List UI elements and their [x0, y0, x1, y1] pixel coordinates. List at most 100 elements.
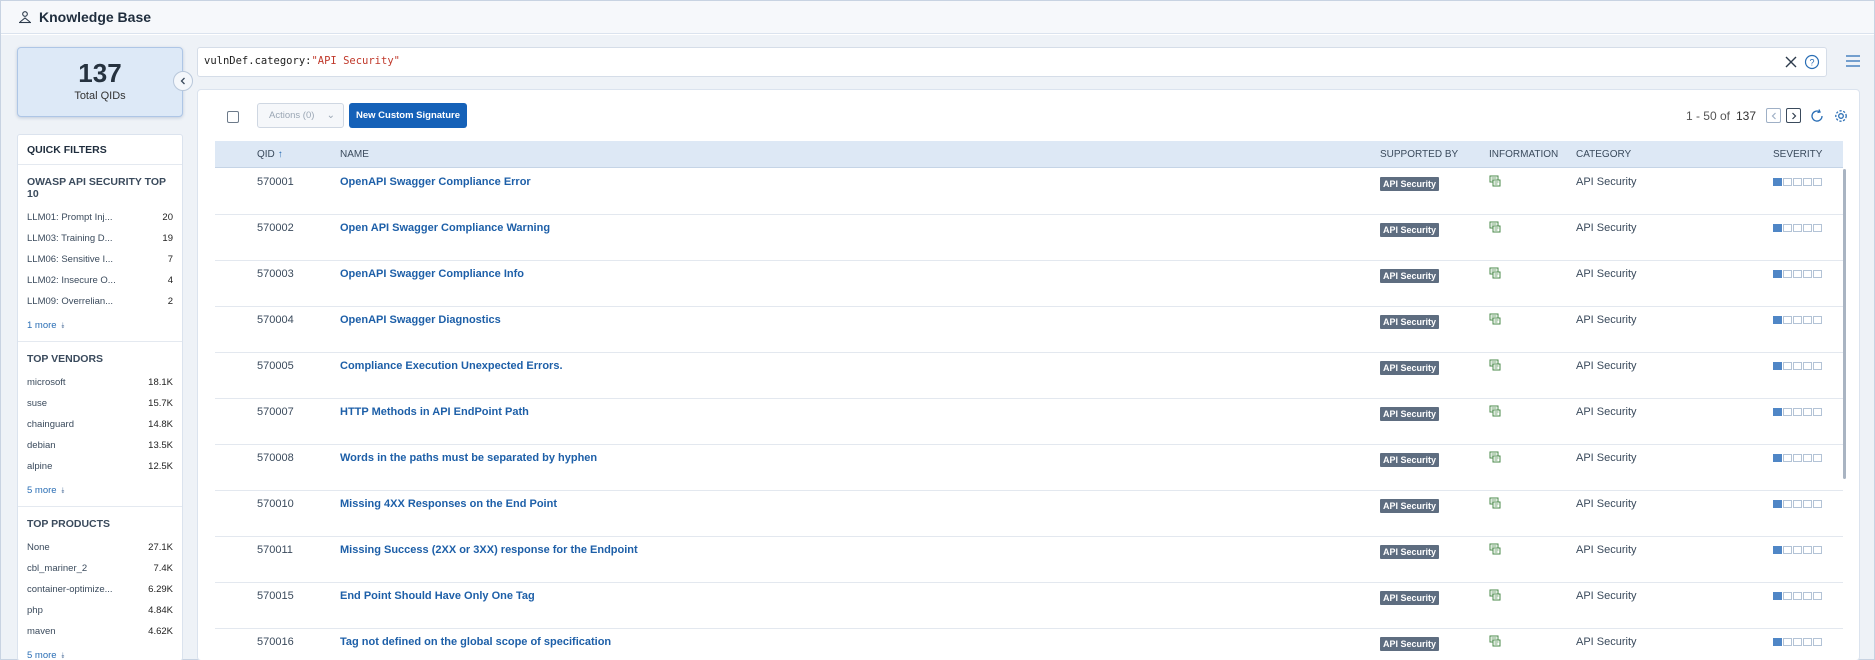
- severity-box: [1793, 408, 1802, 416]
- information-icon[interactable]: [1489, 405, 1501, 417]
- severity-box: [1793, 316, 1802, 324]
- filter-item[interactable]: None 27.1K: [27, 537, 173, 558]
- vulnerability-name-link[interactable]: OpenAPI Swagger Diagnostics: [340, 314, 501, 326]
- refresh-icon[interactable]: [1809, 108, 1825, 124]
- filter-item[interactable]: chainguard 14.8K: [27, 414, 173, 435]
- hamburger-menu-icon[interactable]: [1844, 53, 1862, 69]
- filter-item[interactable]: maven 4.62K: [27, 621, 173, 642]
- information-icon[interactable]: [1489, 635, 1501, 647]
- table-row[interactable]: 570015 End Point Should Have Only One Tag…: [215, 583, 1843, 629]
- qid-cell: 570010: [257, 498, 294, 510]
- query-value: "API Security": [311, 55, 400, 67]
- filter-item[interactable]: container-optimize... 6.29K: [27, 579, 173, 600]
- filter-item[interactable]: LLM02: Insecure O... 4: [27, 270, 173, 291]
- chevron-down-icon: ⌄: [326, 110, 335, 121]
- table-row[interactable]: 570001 OpenAPI Swagger Compliance Error AP…: [215, 169, 1843, 215]
- information-icon[interactable]: [1489, 451, 1501, 463]
- column-header-supported-by[interactable]: SUPPORTED BY: [1380, 141, 1458, 168]
- category-cell: API Security: [1576, 452, 1637, 464]
- filter-item[interactable]: microsoft 18.1K: [27, 372, 173, 393]
- information-icon[interactable]: [1489, 267, 1501, 279]
- column-header-severity[interactable]: SEVERITY: [1773, 141, 1822, 168]
- severity-box: [1783, 638, 1792, 646]
- severity-box: [1783, 546, 1792, 554]
- next-page-button[interactable]: [1786, 108, 1801, 123]
- filter-item-count: 4.84K: [148, 605, 173, 616]
- filter-item[interactable]: cbl_mariner_2 7.4K: [27, 558, 173, 579]
- column-header-name[interactable]: NAME: [340, 141, 369, 168]
- filter-item-label: php: [27, 605, 43, 616]
- filter-item[interactable]: suse 15.7K: [27, 393, 173, 414]
- help-icon[interactable]: ?: [1804, 54, 1820, 70]
- filter-item-label: container-optimize...: [27, 584, 113, 595]
- severity-indicator: [1773, 638, 1823, 646]
- filter-item[interactable]: LLM01: Prompt Inj... 20: [27, 207, 173, 228]
- show-more-link[interactable]: 1 more ⯯: [27, 315, 173, 337]
- vulnerability-name-link[interactable]: OpenAPI Swagger Compliance Info: [340, 268, 524, 280]
- vulnerability-name-link[interactable]: End Point Should Have Only One Tag: [340, 590, 535, 602]
- vulnerability-name-link[interactable]: Words in the paths must be separated by …: [340, 452, 597, 464]
- vulnerability-name-link[interactable]: Compliance Execution Unexpected Errors.: [340, 360, 563, 372]
- severity-box: [1803, 224, 1812, 232]
- column-header-category[interactable]: CATEGORY: [1576, 141, 1631, 168]
- results-toolbar: Actions (0) ⌄ New Custom Signature 1 - 50…: [198, 90, 1859, 140]
- vulnerability-name-link[interactable]: Open API Swagger Compliance Warning: [340, 222, 550, 234]
- table-row[interactable]: 570003 OpenAPI Swagger Compliance Info API…: [215, 261, 1843, 307]
- filter-item[interactable]: php 4.84K: [27, 600, 173, 621]
- severity-box: [1803, 546, 1812, 554]
- vulnerability-name-link[interactable]: Missing 4XX Responses on the End Point: [340, 498, 557, 510]
- information-icon[interactable]: [1489, 313, 1501, 325]
- vulnerability-name-link[interactable]: Missing Success (2XX or 3XX) response fo…: [340, 544, 638, 556]
- severity-box: [1813, 270, 1822, 278]
- information-icon[interactable]: [1489, 221, 1501, 233]
- table-row[interactable]: 570007 HTTP Methods in API EndPoint Path A…: [215, 399, 1843, 445]
- information-icon[interactable]: [1489, 175, 1501, 187]
- information-icon[interactable]: [1489, 497, 1501, 509]
- severity-box: [1793, 178, 1802, 186]
- filter-item[interactable]: LLM09: Overrelian... 2: [27, 291, 173, 312]
- vulnerability-name-link[interactable]: HTTP Methods in API EndPoint Path: [340, 406, 529, 418]
- vulnerability-name-link[interactable]: Tag not defined on the global scope of s…: [340, 636, 611, 648]
- show-more-label: 5 more: [27, 650, 57, 660]
- clear-icon[interactable]: [1783, 54, 1799, 70]
- collapse-panel-button[interactable]: [173, 71, 193, 91]
- severity-box: [1813, 362, 1822, 370]
- table-row[interactable]: 570004 OpenAPI Swagger Diagnostics API Sec…: [215, 307, 1843, 353]
- filter-item[interactable]: debian 13.5K: [27, 435, 173, 456]
- filter-item[interactable]: alpine 12.5K: [27, 456, 173, 477]
- category-cell: API Security: [1576, 636, 1637, 648]
- filter-item[interactable]: LLM03: Training D... 19: [27, 228, 173, 249]
- select-all-checkbox[interactable]: [227, 111, 239, 123]
- table-row[interactable]: 570008 Words in the paths must be separat…: [215, 445, 1843, 491]
- information-icon[interactable]: [1489, 543, 1501, 555]
- filter-item-count: 14.8K: [148, 419, 173, 430]
- information-icon[interactable]: [1489, 589, 1501, 601]
- table-row[interactable]: 570016 Tag not defined on the global scop…: [215, 629, 1843, 660]
- column-header-information[interactable]: INFORMATION: [1489, 141, 1558, 168]
- severity-box: [1803, 454, 1812, 462]
- column-header-label: QID: [257, 149, 275, 160]
- table-row[interactable]: 570010 Missing 4XX Responses on the End P…: [215, 491, 1843, 537]
- filter-item-count: 27.1K: [148, 542, 173, 553]
- vertical-scrollbar[interactable]: [1843, 169, 1846, 479]
- severity-box: [1773, 500, 1782, 508]
- table-row[interactable]: 570011 Missing Success (2XX or 3XX) respo…: [215, 537, 1843, 583]
- show-more-link[interactable]: 5 more ⯯: [27, 480, 173, 502]
- table-row[interactable]: 570002 Open API Swagger Compliance Warnin…: [215, 215, 1843, 261]
- table-row[interactable]: 570005 Compliance Execution Unexpected Er…: [215, 353, 1843, 399]
- vulnerability-name-link[interactable]: OpenAPI Swagger Compliance Error: [340, 176, 531, 188]
- search-input[interactable]: vulnDef.category:"API Security" ?: [197, 47, 1827, 77]
- severity-indicator: [1773, 546, 1823, 554]
- severity-box: [1783, 178, 1792, 186]
- supported-by-badge: API Security: [1380, 591, 1440, 605]
- settings-gear-icon[interactable]: [1833, 108, 1849, 124]
- show-more-link[interactable]: 5 more ⯯: [27, 645, 173, 660]
- column-header-qid[interactable]: QID ↑: [257, 141, 283, 168]
- information-icon[interactable]: [1489, 359, 1501, 371]
- prev-page-button[interactable]: [1766, 108, 1781, 123]
- severity-box: [1793, 546, 1802, 554]
- actions-dropdown[interactable]: Actions (0) ⌄: [257, 103, 344, 128]
- filter-item[interactable]: LLM06: Sensitive I... 7: [27, 249, 173, 270]
- new-custom-signature-button[interactable]: New Custom Signature: [349, 103, 467, 128]
- category-cell: API Security: [1576, 314, 1637, 326]
